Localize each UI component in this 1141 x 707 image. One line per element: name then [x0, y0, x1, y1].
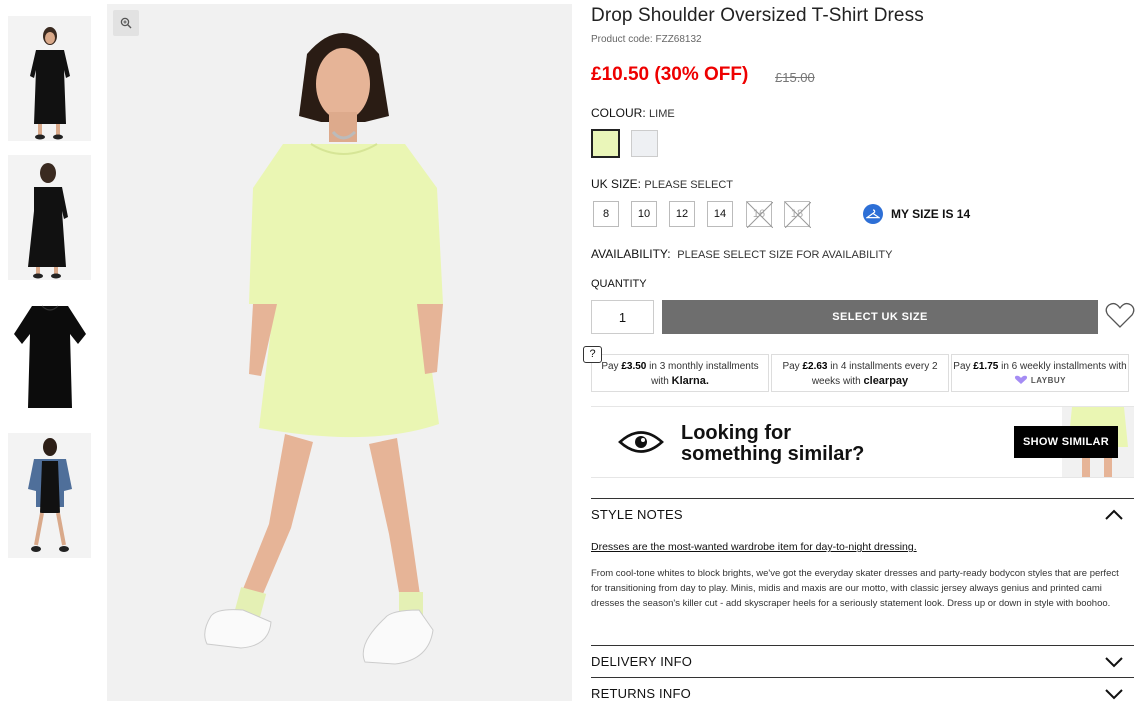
size-option-14[interactable]: 14	[707, 201, 733, 227]
heart-icon	[1105, 302, 1135, 328]
laybuy-logo: LAYBUY	[1030, 376, 1066, 385]
laybuy-payment-option[interactable]: Pay £1.75 in 6 weekly installments with …	[951, 354, 1129, 392]
colour-label: COLOUR: LIME	[591, 106, 675, 120]
clearpay-logo: clearpay	[863, 375, 909, 387]
chevron-down-icon	[1105, 689, 1123, 700]
find-similar-line2: something similar?	[681, 443, 865, 465]
thumbnail-2-image	[8, 155, 91, 280]
thumbnail-3-image	[8, 294, 91, 419]
size-label-text: UK SIZE:	[591, 177, 642, 191]
clearpay-pre: Pay	[782, 361, 803, 372]
delivery-info-heading: DELIVERY INFO	[591, 654, 693, 669]
thumbnail-1-image	[8, 16, 91, 141]
quantity-input[interactable]	[591, 300, 654, 334]
style-notes-accordion[interactable]: STYLE NOTES	[591, 498, 1134, 528]
klarna-logo: Klarna.	[671, 375, 709, 387]
main-product-image[interactable]	[107, 4, 572, 701]
klarna-payment-option[interactable]: Pay £3.50 in 3 monthly installments with…	[591, 354, 769, 392]
style-notes-heading: STYLE NOTES	[591, 507, 683, 522]
size-option-10[interactable]: 10	[631, 201, 657, 227]
clearpay-amount: £2.63	[802, 361, 828, 372]
availability-value: PLEASE SELECT SIZE FOR AVAILABILITY	[677, 249, 893, 261]
eye-icon	[618, 431, 664, 453]
colour-label-text: COLOUR:	[591, 106, 646, 120]
laybuy-mid: in 6 weekly installments with	[998, 361, 1127, 372]
size-option-16[interactable]: 16	[746, 201, 773, 228]
product-code: Product code: FZZ68132	[591, 34, 702, 45]
out-of-stock-cross-icon	[747, 202, 773, 228]
select-size-button[interactable]: SELECT UK SIZE	[662, 300, 1098, 334]
thumbnail-4-image	[8, 433, 91, 558]
zoom-button[interactable]	[113, 10, 139, 36]
returns-info-accordion[interactable]: RETURNS INFO	[591, 677, 1134, 707]
clearpay-payment-option[interactable]: Pay £2.63 in 4 installments every 2 week…	[771, 354, 949, 392]
thumbnail-2[interactable]	[8, 155, 91, 280]
returns-info-heading: RETURNS INFO	[591, 686, 691, 701]
zoom-icon	[120, 17, 132, 29]
availability-label: AVAILABILITY: PLEASE SELECT SIZE FOR AVA…	[591, 247, 892, 261]
thumbnail-1[interactable]	[8, 16, 91, 141]
colour-swatch-lime[interactable]	[591, 129, 620, 158]
size-value: PLEASE SELECT	[644, 179, 734, 191]
klarna-pre: Pay	[601, 361, 622, 372]
find-similar-text: Looking for something similar?	[681, 423, 864, 465]
show-similar-button[interactable]: SHOW SIMILAR	[1014, 426, 1118, 458]
size-label: UK SIZE: PLEASE SELECT	[591, 177, 733, 191]
laybuy-amount: £1.75	[973, 361, 999, 372]
availability-label-text: AVAILABILITY:	[591, 247, 671, 261]
chevron-down-icon	[1105, 657, 1123, 668]
my-size-label: MY SIZE IS 14	[891, 207, 971, 221]
colour-value: LIME	[649, 108, 675, 120]
product-title: Drop Shoulder Oversized T-Shirt Dress	[591, 5, 924, 26]
model-illustration	[107, 4, 572, 701]
laybuy-heart-icon	[1014, 376, 1028, 385]
my-size-button[interactable]: MY SIZE IS 14	[863, 204, 970, 224]
size-option-12[interactable]: 12	[669, 201, 695, 227]
hanger-icon	[863, 204, 883, 224]
laybuy-pre: Pay	[953, 361, 974, 372]
out-of-stock-cross-icon	[785, 202, 811, 228]
style-notes-body: From cool-tone whites to block brights, …	[591, 568, 1119, 609]
thumbnail-4[interactable]	[8, 433, 91, 558]
quantity-label: QUANTITY	[591, 278, 647, 290]
thumbnail-gallery	[8, 16, 91, 572]
style-notes-link[interactable]: Dresses are the most-wanted wardrobe ite…	[591, 541, 917, 553]
chevron-up-icon	[1105, 509, 1123, 520]
find-similar-banner: Looking for something similar? SHOW SIMI…	[591, 406, 1134, 478]
find-similar-line1: Looking for	[681, 422, 791, 444]
thumbnail-3[interactable]	[8, 294, 91, 419]
payment-help-icon[interactable]: ?	[583, 346, 602, 363]
sale-price: £10.50 (30% OFF)	[591, 64, 749, 85]
colour-swatch-grey[interactable]	[631, 130, 658, 157]
size-option-8[interactable]: 8	[593, 201, 619, 227]
original-price: £15.00	[775, 70, 815, 85]
delivery-info-accordion[interactable]: DELIVERY INFO	[591, 645, 1134, 677]
wishlist-button[interactable]	[1105, 301, 1135, 334]
klarna-amount: £3.50	[621, 361, 647, 372]
size-option-18[interactable]: 18	[784, 201, 811, 228]
